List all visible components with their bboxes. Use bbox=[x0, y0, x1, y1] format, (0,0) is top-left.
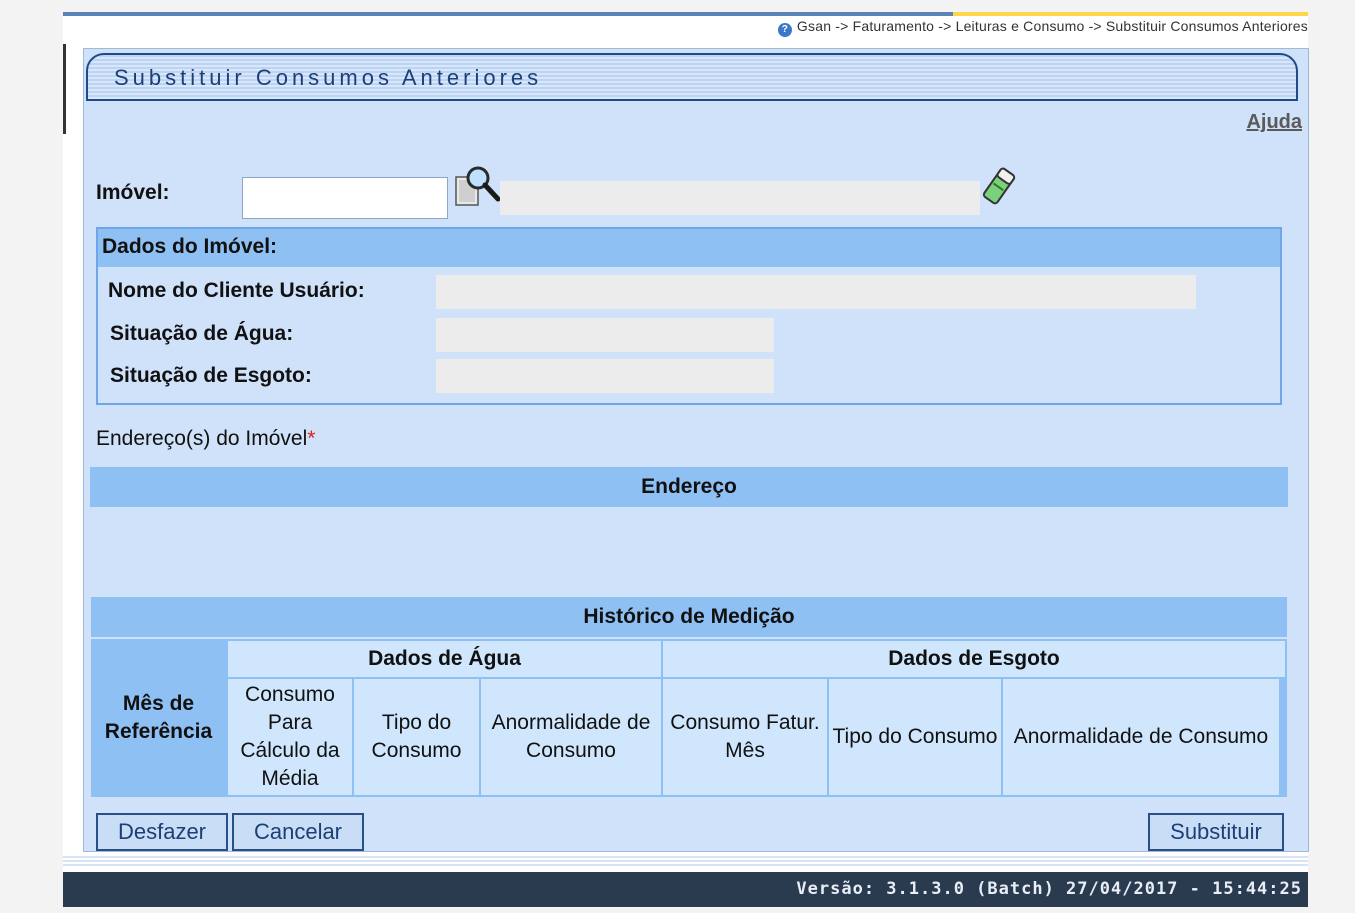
breadcrumb: ? Gsan -> Faturamento -> Leituras e Consu… bbox=[777, 18, 1308, 37]
historico-table: Histórico de Medição Mês de Referência D… bbox=[91, 597, 1287, 797]
dados-imovel-header: Dados do Imóvel: bbox=[98, 229, 1280, 267]
imovel-input[interactable] bbox=[242, 177, 448, 219]
situacao-agua-label: Situação de Água: bbox=[110, 322, 294, 345]
imovel-label: Imóvel: bbox=[96, 181, 170, 204]
left-edge-bar bbox=[63, 44, 66, 134]
required-mark: * bbox=[307, 427, 316, 450]
situacao-esgoto-field bbox=[436, 359, 774, 393]
substituir-button[interactable]: Substituir bbox=[1148, 813, 1284, 851]
imovel-description-field bbox=[500, 181, 980, 215]
breadcrumb-text: Gsan -> Faturamento -> Leituras e Consum… bbox=[796, 18, 1308, 34]
dados-imovel-box: Dados do Imóvel: Nome do Cliente Usuário… bbox=[96, 227, 1282, 405]
col-anormalidade-esgoto: Anormalidade de Consumo bbox=[1003, 679, 1279, 795]
col-consumo-fatur-mes: Consumo Fatur. Mês bbox=[663, 679, 827, 795]
nome-cliente-field bbox=[436, 275, 1196, 309]
nome-cliente-label: Nome do Cliente Usuário: bbox=[108, 279, 365, 302]
dados-esgoto-header: Dados de Esgoto bbox=[663, 641, 1285, 677]
dados-imovel-title: Dados do Imóvel: bbox=[102, 235, 278, 258]
historico-title: Histórico de Medição bbox=[91, 597, 1287, 637]
col-consumo-media: Consumo Para Cálculo da Média bbox=[228, 679, 352, 795]
help-circle-icon: ? bbox=[777, 23, 792, 37]
mes-referencia-header: Mês de Referência bbox=[91, 641, 226, 795]
enderecos-label: Endereço(s) do Imóvel* bbox=[96, 427, 315, 451]
version-footer: Versão: 3.1.3.0 (Batch) 27/04/2017 - 15:… bbox=[63, 872, 1308, 907]
top-accent-line bbox=[63, 12, 1308, 16]
search-icon[interactable] bbox=[454, 163, 502, 209]
col-tipo-consumo-esgoto: Tipo do Consumo bbox=[829, 679, 1001, 795]
dados-agua-header: Dados de Água bbox=[228, 641, 661, 677]
col-tipo-consumo-agua: Tipo do Consumo bbox=[354, 679, 479, 795]
main-form-panel: Substituir Consumos Anteriores Ajuda Imó… bbox=[83, 48, 1309, 852]
enderecos-label-text: Endereço(s) do Imóvel bbox=[96, 427, 308, 450]
desfazer-button[interactable]: Desfazer bbox=[96, 813, 228, 851]
col-anormalidade-agua: Anormalidade de Consumo bbox=[481, 679, 661, 795]
page: ? Gsan -> Faturamento -> Leituras e Consu… bbox=[63, 12, 1309, 907]
endereco-column-header: Endereço bbox=[90, 467, 1288, 507]
situacao-esgoto-label: Situação de Esgoto: bbox=[110, 364, 312, 387]
eraser-icon[interactable] bbox=[980, 165, 1018, 207]
page-title: Substituir Consumos Anteriores bbox=[114, 65, 543, 90]
help-link[interactable]: Ajuda bbox=[1246, 111, 1302, 134]
situacao-agua-field bbox=[436, 318, 774, 352]
cancelar-button[interactable]: Cancelar bbox=[232, 813, 364, 851]
footer-separator bbox=[63, 856, 1308, 868]
title-bar: Substituir Consumos Anteriores bbox=[86, 53, 1298, 101]
